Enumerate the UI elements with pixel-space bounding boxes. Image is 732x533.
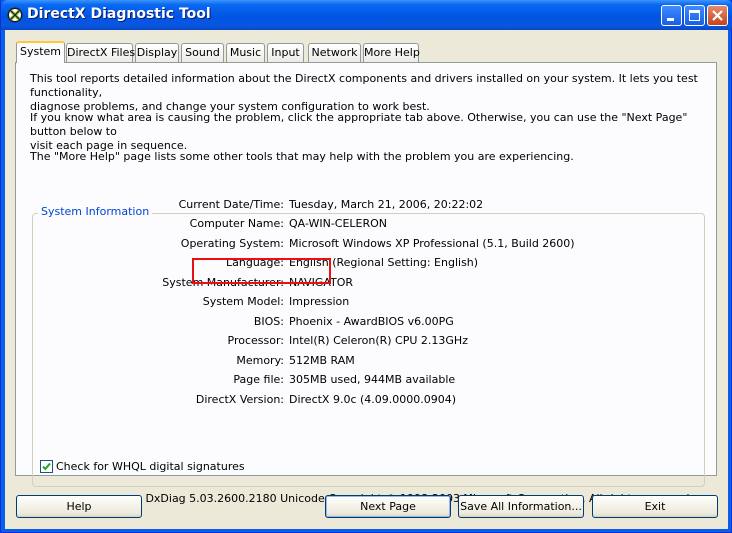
button-label: Save All Information... [460, 500, 582, 513]
info-value: Tuesday, March 21, 2006, 20:22:02 [289, 198, 484, 211]
title-bar[interactable]: DirectX Diagnostic Tool [1, 0, 732, 30]
info-label: Processor: [227, 334, 285, 347]
tab-display[interactable]: Display [135, 43, 179, 62]
intro-p2-line1: If you know what area is causing the pro… [30, 111, 688, 138]
maximize-button[interactable] [684, 5, 705, 26]
info-value: DirectX 9.0c (4.09.0000.0904) [289, 393, 457, 406]
system-information-group [32, 213, 705, 487]
close-icon [712, 10, 723, 21]
system-tab-panel: This tool reports detailed information a… [15, 62, 717, 505]
info-label: Page file: [233, 373, 284, 386]
info-label: System Model: [202, 295, 284, 308]
info-row-memory: Memory: 512MB RAM [16, 354, 716, 368]
info-row-system-model: System Model: Impression [16, 295, 716, 309]
help-button[interactable]: Help [16, 495, 142, 518]
intro-paragraph-2: If you know what area is causing the pro… [30, 111, 716, 153]
window-title: DirectX Diagnostic Tool [27, 6, 211, 22]
info-label: DirectX Version: [195, 393, 284, 406]
info-value: Intel(R) Celeron(R) CPU 2.13GHz [289, 334, 468, 347]
minimize-button[interactable] [661, 5, 682, 26]
button-label: Exit [644, 500, 666, 513]
highlight-box [192, 258, 331, 284]
info-row-directx-version: DirectX Version: DirectX 9.0c (4.09.0000… [16, 393, 716, 407]
intro-p1-line1: This tool reports detailed information a… [30, 72, 698, 99]
tab-label: Music [229, 46, 262, 59]
info-label: BIOS: [253, 315, 284, 328]
tab-system[interactable]: System [16, 41, 65, 63]
info-row-processor: Processor: Intel(R) Celeron(R) CPU 2.13G… [16, 334, 716, 348]
minimize-icon [667, 18, 674, 21]
info-row-operating-system: Operating System: Microsoft Windows XP P… [16, 237, 716, 251]
button-label: Help [66, 500, 92, 513]
intro-paragraph-1: This tool reports detailed information a… [30, 72, 716, 114]
checkmark-icon [42, 462, 51, 471]
tab-music[interactable]: Music [226, 43, 265, 62]
info-value: 305MB used, 944MB available [289, 373, 456, 386]
info-label: Computer Name: [189, 217, 284, 230]
info-label: Current Date/Time: [178, 198, 284, 211]
intro-paragraph-3: The "More Help" page lists some other to… [30, 150, 574, 163]
dxdiag-window: DirectX Diagnostic Tool System DirectX F… [0, 0, 732, 533]
whql-checkbox-label[interactable]: Check for WHQL digital signatures [56, 460, 245, 473]
info-row-bios: BIOS: Phoenix - AwardBIOS v6.00PG [16, 315, 716, 329]
info-value: Impression [289, 295, 350, 308]
client-area: System DirectX Files Display Sound Music… [5, 30, 728, 529]
info-value: 512MB RAM [289, 354, 355, 367]
maximize-icon [689, 10, 700, 21]
tab-label: More Help [364, 46, 420, 59]
tab-label: Input [271, 46, 300, 59]
info-value: Phoenix - AwardBIOS v6.00PG [289, 315, 454, 328]
tab-label: DirectX Files [67, 46, 136, 59]
directx-app-icon [7, 7, 23, 23]
info-row-computer-name: Computer Name: QA-WIN-CELERON [16, 217, 716, 231]
info-row-system-manufacturer: System Manufacturer: NAVIGATOR [16, 276, 716, 290]
tab-sound[interactable]: Sound [181, 43, 224, 62]
info-row-date-time: Current Date/Time: Tuesday, March 21, 20… [16, 198, 716, 212]
info-row-page-file: Page file: 305MB used, 944MB available [16, 373, 716, 387]
tab-label: Display [136, 46, 178, 59]
info-row-language: Language: English (Regional Setting: Eng… [16, 256, 716, 270]
whql-checkbox[interactable] [40, 460, 53, 473]
tab-more-help[interactable]: More Help [363, 43, 420, 62]
tab-network[interactable]: Network [308, 43, 361, 62]
exit-button[interactable]: Exit [592, 495, 718, 518]
info-value: Microsoft Windows XP Professional (5.1, … [289, 237, 575, 250]
tab-label: Sound [185, 46, 220, 59]
tab-input[interactable]: Input [267, 43, 304, 62]
info-value: QA-WIN-CELERON [289, 217, 388, 230]
info-label: Operating System: [180, 237, 284, 250]
button-label: Next Page [360, 500, 416, 513]
save-all-information-button[interactable]: Save All Information... [458, 495, 584, 518]
info-label: Memory: [236, 354, 284, 367]
tab-directx-files[interactable]: DirectX Files [66, 43, 136, 62]
close-button[interactable] [707, 5, 728, 26]
tab-label: Network [311, 46, 358, 59]
tab-label: System [19, 45, 62, 58]
next-page-button[interactable]: Next Page [325, 495, 451, 518]
